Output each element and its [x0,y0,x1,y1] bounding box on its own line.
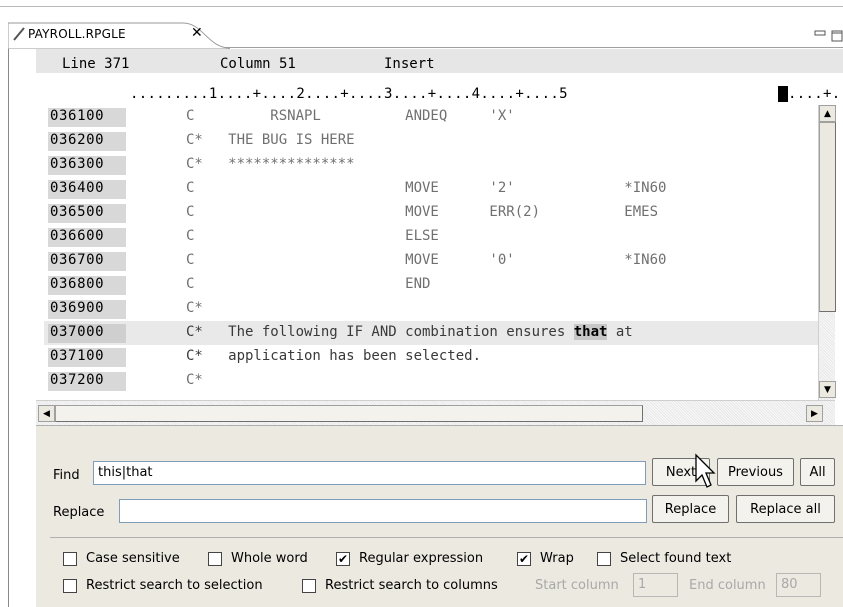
regular-expression-label: Regular expression [359,551,484,566]
tab-payroll-rpgle[interactable]: PAYROLL.RPGLE ✕ [8,22,230,49]
sequence-number: 036600 [48,228,126,247]
code-line[interactable]: 037100 C* application has been selected. [44,345,818,369]
code-line[interactable]: 036900 C* [44,297,818,321]
code-line[interactable]: 037200 C* [44,369,818,393]
ruler-text: .........1....+....2....+....3....+....4… [130,86,568,102]
ruler-tail: ....+... [788,86,843,102]
sequence-number: 036900 [48,300,126,319]
code-line[interactable]: 036700 C MOVE '0' *IN60 [44,249,818,273]
code-line[interactable]: 036600 C ELSE [44,225,818,249]
sequence-number: 036500 [48,204,126,223]
replace-input[interactable] [119,499,647,523]
case-sensitive-checkbox[interactable] [63,552,77,566]
arrow-right-icon[interactable]: ▶ [806,405,823,422]
arrow-up-icon[interactable]: ▲ [819,105,836,122]
source-text-before: C* The following IF AND combination ensu… [186,324,574,340]
start-column-label: Start column [535,578,619,593]
code-line[interactable]: 036500 C MOVE ERR(2) EMES [44,201,818,225]
source-text: C* *************** [186,156,355,172]
arrow-down-icon[interactable]: ▼ [819,381,836,398]
sequence-number: 036200 [48,132,126,151]
source-text: C* [186,372,203,388]
mouse-pointer-icon [694,453,718,493]
replace-label: Replace [53,505,105,520]
whole-word-checkbox[interactable] [208,552,222,566]
current-code-line[interactable]: 037000 C* The following IF AND combinati… [44,321,818,345]
close-icon[interactable]: ✕ [191,25,205,41]
code-line[interactable]: 036800 C END [44,273,818,297]
code-lines[interactable]: 036100 C RSNAPL ANDEQ 'X' 036200 C* THE … [44,105,818,400]
end-column-field[interactable]: 80 [776,573,821,597]
source-text: C* THE BUG IS HERE [186,132,355,148]
source-text: C RSNAPL ANDEQ 'X' [186,108,515,124]
source-text: C MOVE ERR(2) EMES [186,204,659,220]
source-text: C END [186,276,431,292]
case-sensitive-label: Case sensitive [86,551,180,566]
line-indicator: Line 371 [62,56,130,72]
find-input[interactable]: this|that [93,461,646,485]
arrow-left-icon[interactable]: ◀ [38,405,55,422]
code-line[interactable]: 036200 C* THE BUG IS HERE [44,129,818,153]
window-top-strip [0,0,843,23]
view-controls [813,29,843,43]
top-divider [0,6,843,7]
source-text: C* [186,300,203,316]
code-line[interactable]: 036400 C MOVE '2' *IN60 [44,177,818,201]
sequence-number: 036800 [48,276,126,295]
sequence-number: 036400 [48,180,126,199]
horizontal-scroll-thumb[interactable] [55,405,643,422]
restrict-selection-label: Restrict search to selection [86,578,263,593]
code-line[interactable]: 036100 C RSNAPL ANDEQ 'X' [44,105,818,129]
minimize-icon[interactable] [814,30,826,36]
editor-status-line [36,49,843,73]
sequence-number: 036100 [48,108,126,127]
code-line[interactable]: 036300 C* *************** [44,153,818,177]
column-ruler: .........1....+....2....+....3....+....4… [36,81,843,105]
sequence-number: 037100 [48,348,126,367]
restrict-columns-checkbox[interactable] [302,579,316,593]
start-column-field[interactable]: 1 [633,573,678,597]
pencil-edit-icon [12,26,26,42]
end-column-label: End column [689,578,766,593]
restrict-columns-label: Restrict search to columns [325,578,498,593]
maximize-icon[interactable] [831,30,843,42]
source-text: C ELSE [186,228,439,244]
replace-all-button[interactable]: Replace all [736,495,835,523]
horizontal-scrollbar[interactable]: ◀ ▶ [36,400,835,425]
column-indicator: Column 51 [220,56,296,72]
tab-title: PAYROLL.RPGLE [28,27,126,41]
wrap-checkbox[interactable]: ✔ [517,552,531,566]
select-found-text-label: Select found text [620,551,732,566]
source-text: C MOVE '2' *IN60 [186,180,667,196]
source-text: C MOVE '0' *IN60 [186,252,667,268]
vertical-scrollbar[interactable]: ▲ ▼ [818,105,836,400]
previous-button[interactable]: Previous [717,458,794,486]
search-options [50,537,843,607]
find-label: Find [53,468,80,483]
regular-expression-checkbox[interactable]: ✔ [336,552,350,566]
wrap-label: Wrap [540,551,574,566]
vertical-scroll-thumb[interactable] [819,122,836,312]
restrict-selection-checkbox[interactable] [63,579,77,593]
select-found-text-checkbox[interactable] [597,552,611,566]
sequence-number: 037000 [48,324,126,343]
all-button[interactable]: All [800,458,835,486]
source-text-after: at [607,324,633,340]
insert-mode-indicator: Insert [384,56,435,72]
search-match: that [573,324,608,340]
source-text: C* application has been selected. [186,348,482,364]
sequence-number: 036700 [48,252,126,271]
sequence-number: 037200 [48,372,126,391]
whole-word-label: Whole word [231,551,308,566]
source-text: C* The following IF AND combination ensu… [186,324,633,340]
replace-button[interactable]: Replace [652,495,729,523]
sequence-number: 036300 [48,156,126,175]
ruler-cursor-marker [778,86,788,102]
